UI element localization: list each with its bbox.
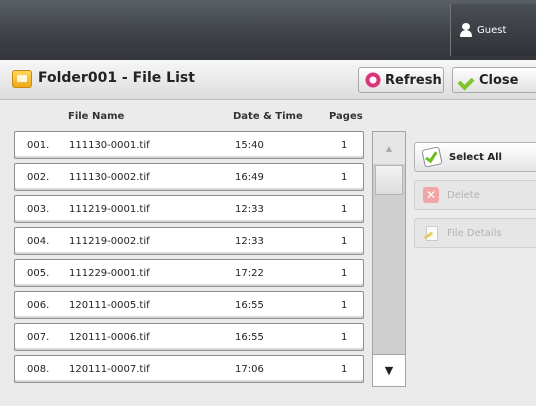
file-details-icon <box>423 225 439 241</box>
file-number: 001. <box>27 140 50 151</box>
file-time: 17:22 <box>235 268 264 279</box>
file-time: 12:33 <box>235 236 264 247</box>
file-time: 17:06 <box>235 364 264 375</box>
file-number: 007. <box>27 332 50 343</box>
user-icon <box>459 23 473 37</box>
refresh-button[interactable]: Refresh <box>358 67 444 93</box>
file-row[interactable]: 001. 111130-0001.tif 15:40 1 <box>14 131 364 159</box>
page-title: Folder001 - File List <box>38 70 195 86</box>
folder-icon <box>12 70 32 88</box>
file-row[interactable]: 004. 111219-0002.tif 12:33 1 <box>14 227 364 255</box>
file-time: 12:33 <box>235 204 264 215</box>
delete-label: Delete <box>447 189 480 201</box>
file-row[interactable]: 007. 120111-0006.tif 16:55 1 <box>14 323 364 351</box>
file-name: 111130-0001.tif <box>69 140 150 151</box>
file-pages: 1 <box>341 332 348 343</box>
file-time: 15:40 <box>235 140 264 151</box>
guest-label: Guest <box>477 24 507 36</box>
file-row[interactable]: 002. 111130-0002.tif 16:49 1 <box>14 163 364 191</box>
scroll-thumb[interactable] <box>375 165 403 195</box>
file-pages: 1 <box>341 364 348 375</box>
close-label: Close <box>479 72 519 88</box>
file-pages: 1 <box>341 140 348 151</box>
select-all-icon <box>421 146 443 168</box>
arrow-up-icon: ▲ <box>385 143 393 153</box>
file-number: 003. <box>27 204 50 215</box>
file-pages: 1 <box>341 268 348 279</box>
file-pages: 1 <box>341 172 348 183</box>
file-pages: 1 <box>341 236 348 247</box>
column-header-pages: Pages <box>329 111 363 122</box>
file-row[interactable]: 005. 111229-0001.tif 17:22 1 <box>14 259 364 287</box>
checkmark-icon <box>459 74 475 86</box>
file-time: 16:55 <box>235 332 264 343</box>
guest-login-button[interactable]: Guest <box>450 4 536 56</box>
file-row[interactable]: 008. 120111-0007.tif 17:06 1 <box>14 355 364 383</box>
file-name: 111219-0001.tif <box>69 204 150 215</box>
file-name: 111229-0001.tif <box>69 268 150 279</box>
refresh-icon <box>365 72 381 88</box>
file-pages: 1 <box>341 204 348 215</box>
scroll-down-button[interactable]: ▼ <box>373 354 405 386</box>
file-time: 16:55 <box>235 300 264 311</box>
select-all-button[interactable]: Select All <box>414 142 536 172</box>
file-number: 005. <box>27 268 50 279</box>
file-pages: 1 <box>341 300 348 311</box>
file-number: 008. <box>27 364 50 375</box>
column-header-date-time: Date & Time <box>233 111 303 122</box>
arrow-down-icon: ▼ <box>384 364 394 377</box>
select-all-label: Select All <box>449 151 502 163</box>
file-number: 004. <box>27 236 50 247</box>
file-name: 120111-0007.tif <box>69 364 150 375</box>
file-name: 120111-0006.tif <box>69 332 150 343</box>
delete-icon: ✕ <box>423 187 439 203</box>
file-details-label: File Details <box>447 227 502 239</box>
refresh-label: Refresh <box>385 72 442 88</box>
column-header-file-name: File Name <box>68 111 125 122</box>
file-number: 002. <box>27 172 50 183</box>
file-row[interactable]: 006. 120111-0005.tif 16:55 1 <box>14 291 364 319</box>
file-name: 111219-0002.tif <box>69 236 150 247</box>
list-scrollbar[interactable]: ▲ ▼ <box>372 131 406 387</box>
file-number: 006. <box>27 300 50 311</box>
scroll-up-button[interactable]: ▲ <box>373 132 405 164</box>
file-time: 16:49 <box>235 172 264 183</box>
file-name: 111130-0002.tif <box>69 172 150 183</box>
file-details-button[interactable]: File Details <box>414 218 536 248</box>
close-button[interactable]: Close <box>452 67 536 93</box>
delete-button[interactable]: ✕ Delete <box>414 180 536 210</box>
file-row[interactable]: 003. 111219-0001.tif 12:33 1 <box>14 195 364 223</box>
file-name: 120111-0005.tif <box>69 300 150 311</box>
